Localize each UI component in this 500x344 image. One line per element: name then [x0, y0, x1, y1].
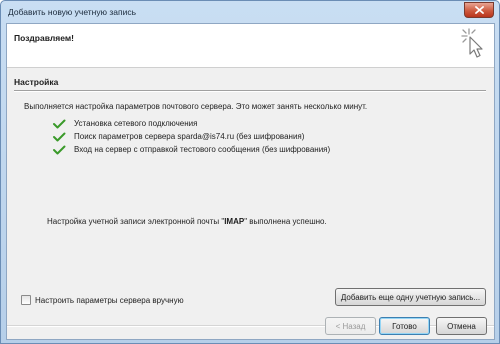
- checkmark-icon: [53, 119, 66, 128]
- back-button[interactable]: < Назад: [325, 317, 376, 335]
- section-divider: [14, 90, 486, 92]
- step-item: Установка сетевого подключения: [52, 117, 330, 130]
- manual-config-label[interactable]: Настроить параметры сервера вручную: [35, 296, 184, 305]
- window-title: Добавить новую учетную запись: [8, 7, 137, 17]
- close-icon: [474, 6, 484, 14]
- result-message: Настройка учетной записи электронной поч…: [47, 217, 327, 226]
- wizard-cursor-icon: [461, 28, 483, 58]
- finish-button[interactable]: Готово: [379, 317, 430, 335]
- step-label: Установка сетевого подключения: [74, 119, 198, 128]
- manual-config-checkbox[interactable]: [21, 295, 31, 305]
- dialog-body: Поздравляем! Настройка Выполняется настр…: [6, 23, 495, 340]
- step-item: Поиск параметров сервера sparda@is74.ru …: [52, 130, 330, 143]
- result-suffix: " выполнена успешно.: [244, 217, 327, 226]
- section-title: Настройка: [14, 77, 59, 87]
- add-account-dialog: Добавить новую учетную запись Поздравляе…: [0, 0, 500, 344]
- result-protocol: IMAP: [224, 217, 245, 226]
- close-button[interactable]: [464, 2, 494, 18]
- step-label: Поиск параметров сервера sparda@is74.ru …: [74, 132, 305, 141]
- wizard-header: Поздравляем!: [7, 24, 494, 68]
- checkmark-icon: [53, 145, 66, 154]
- manual-config-option[interactable]: Настроить параметры сервера вручную: [21, 295, 184, 305]
- configuration-steps: Установка сетевого подключения Поиск пар…: [52, 117, 330, 156]
- progress-description: Выполняется настройка параметров почтово…: [24, 102, 368, 111]
- title-bar[interactable]: Добавить новую учетную запись: [1, 1, 499, 23]
- step-item: Вход на сервер с отправкой тестового соо…: [52, 143, 330, 156]
- cancel-button[interactable]: Отмена: [436, 317, 487, 335]
- checkmark-icon: [53, 132, 66, 141]
- result-prefix: Настройка учетной записи электронной поч…: [47, 217, 225, 226]
- step-label: Вход на сервер с отправкой тестового соо…: [74, 145, 331, 154]
- page-title: Поздравляем!: [14, 33, 74, 43]
- add-another-account-button[interactable]: Добавить еще одну учетную запись...: [335, 288, 486, 306]
